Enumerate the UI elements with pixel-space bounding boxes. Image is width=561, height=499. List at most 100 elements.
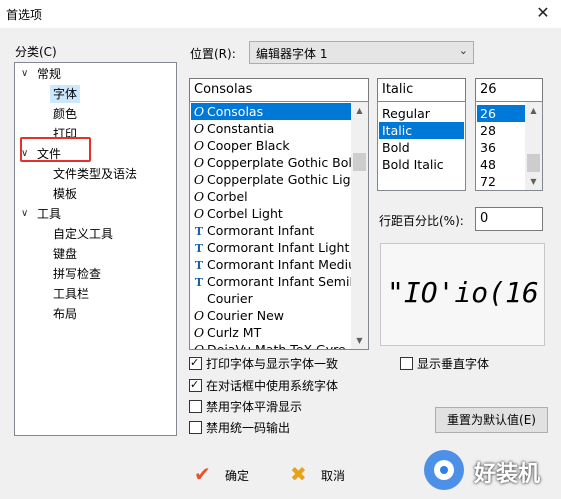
font-name: Cormorant Infant Medium	[207, 257, 352, 272]
font-list-item[interactable]: O Consolas	[191, 103, 352, 120]
font-list-item[interactable]: TCormorant Infant SemiBold	[191, 273, 352, 290]
close-icon[interactable]: ✕	[530, 2, 556, 24]
scroll-down-icon[interactable]: ▼	[351, 332, 368, 349]
font-list-item[interactable]: O Constantia	[191, 120, 352, 137]
font-name: Copperplate Gothic Bold	[207, 155, 352, 170]
font-size-item[interactable]: 36	[477, 139, 525, 156]
expand-toggle-icon[interactable]: ∨	[21, 65, 31, 83]
checkbox-icon	[400, 357, 413, 370]
position-label: 位置(R):	[190, 47, 236, 61]
font-name: Curlz MT	[207, 325, 262, 340]
font-list[interactable]: O Consolas O Constantia O Cooper Black O Copper…	[189, 101, 369, 350]
font-style-item[interactable]: Bold	[379, 139, 464, 156]
font-list-item[interactable]: O Courier New	[191, 307, 352, 324]
tree-item[interactable]: 模板	[15, 185, 175, 203]
font-list-item[interactable]: O Copperplate Gothic Light	[191, 171, 352, 188]
title-bar: 首选项 ✕	[0, 0, 561, 28]
tree-item[interactable]: ∨ 常规	[15, 65, 175, 83]
cancel-button[interactable]: ✖ 取消	[286, 461, 356, 489]
opentype-icon: O	[193, 206, 205, 221]
font-name: Courier	[207, 291, 253, 306]
tree-item-label: 工具	[37, 207, 62, 221]
opentype-icon: O	[193, 172, 205, 187]
disable-unicode-checkbox[interactable]: 禁用统一码输出	[189, 420, 290, 436]
print-match-label: 打印字体与显示字体一致	[206, 357, 339, 371]
tree-item-label: 颜色	[53, 107, 78, 121]
font-size-list[interactable]: 26 28 36 48 72 ▲ ▼	[475, 101, 543, 191]
font-size-input[interactable]: 26	[475, 78, 543, 102]
truetype-icon: T	[194, 259, 204, 272]
tree-item[interactable]: 拼写检查	[15, 265, 175, 283]
truetype-icon: T	[194, 225, 204, 238]
disable-smoothing-label: 禁用字体平滑显示	[206, 400, 303, 414]
category-tree[interactable]: ∨ 常规 字体 颜色 打印 ∨ 文件 文件类型及语法 模板 ∨ 工具 自定义工具 键盘 拼写检查 工具栏 布局	[14, 62, 177, 436]
font-list-item[interactable]: T Cormorant Infant	[191, 222, 352, 239]
tree-item[interactable]: 颜色	[15, 105, 175, 123]
tree-item[interactable]: 键盘	[15, 245, 175, 263]
tree-item-label: 布局	[53, 307, 78, 321]
font-style-input[interactable]: Italic	[377, 78, 466, 102]
font-list-item[interactable]: TCormorant Infant Medium	[191, 256, 352, 273]
font-size-item[interactable]: 28	[477, 122, 525, 139]
checkbox-icon	[189, 400, 202, 413]
line-spacing-input[interactable]: 0	[475, 207, 543, 231]
font-name: DejaVu Math TeX Gyre	[207, 342, 346, 350]
system-font-checkbox[interactable]: 在对话框中使用系统字体	[189, 377, 338, 394]
font-name: Cormorant Infant Light	[207, 240, 350, 255]
tree-item-label: 拼写检查	[53, 267, 102, 281]
font-list-item[interactable]: T Cormorant Infant Light	[191, 239, 352, 256]
scroll-up-icon[interactable]: ▲	[525, 102, 542, 119]
expand-toggle-icon[interactable]: ∨	[21, 205, 31, 223]
vertical-fonts-checkbox[interactable]: 显示垂直字体	[400, 356, 489, 372]
font-list-item[interactable]: O Corbel	[191, 188, 352, 205]
font-size-item[interactable]: 26	[477, 105, 525, 122]
font-list-item[interactable]: Courier	[191, 290, 352, 307]
tree-item[interactable]: 布局	[15, 305, 175, 323]
font-style-item[interactable]: Regular	[379, 105, 464, 122]
font-name: Cooper Black	[207, 138, 290, 153]
cancel-x-icon: ✖	[290, 462, 307, 486]
scroll-thumb[interactable]	[527, 154, 540, 172]
opentype-icon: O	[193, 325, 205, 340]
highlight-annotation	[20, 137, 91, 162]
checkmark-icon: ✔	[194, 462, 211, 486]
watermark-logo: 好装机	[418, 448, 558, 494]
print-match-checkbox[interactable]: 打印字体与显示字体一致	[189, 355, 339, 372]
scroll-thumb[interactable]	[353, 153, 366, 171]
font-size-item[interactable]: 48	[477, 156, 525, 173]
font-list-item[interactable]: O Corbel Light	[191, 205, 352, 222]
opentype-icon: O	[193, 138, 205, 153]
chevron-down-icon: ⌄	[458, 44, 468, 57]
cancel-label: 取消	[321, 469, 346, 483]
tree-item[interactable]: 自定义工具	[15, 225, 175, 243]
font-size-item[interactable]: 72	[477, 173, 525, 190]
font-style-item[interactable]: Italic	[379, 122, 464, 139]
font-list-item[interactable]: O Curlz MT	[191, 324, 352, 341]
ok-label: 确定	[225, 469, 250, 483]
font-list-item[interactable]: O DejaVu Math TeX Gyre	[191, 341, 352, 350]
font-list-item[interactable]: O Cooper Black	[191, 137, 352, 154]
font-name: Cormorant Infant	[207, 223, 315, 238]
tree-item[interactable]: 工具栏	[15, 285, 175, 303]
category-label: 分类(C)	[15, 45, 57, 59]
tree-item[interactable]: 文件类型及语法	[15, 165, 175, 183]
tree-item[interactable]: 字体	[15, 85, 175, 103]
watermark-dot	[440, 466, 448, 474]
scroll-down-icon[interactable]: ▼	[525, 173, 542, 190]
font-style-list[interactable]: Regular Italic Bold Bold Italic	[377, 101, 466, 191]
reset-default-button[interactable]: 重置为默认值(E)	[435, 407, 548, 433]
size-list-scrollbar[interactable]: ▲ ▼	[525, 102, 542, 190]
font-name-input[interactable]: Consolas	[189, 78, 369, 102]
disable-smoothing-checkbox[interactable]: 禁用字体平滑显示	[189, 399, 302, 415]
position-select[interactable]: 编辑器字体 1 ⌄	[249, 41, 474, 64]
ok-button[interactable]: ✔ 确定	[190, 461, 260, 489]
font-style-item[interactable]: Bold Italic	[379, 156, 464, 173]
checkbox-icon	[189, 421, 202, 434]
vertical-fonts-label: 显示垂直字体	[417, 357, 490, 371]
font-list-item[interactable]: O Copperplate Gothic Bold	[191, 154, 352, 171]
font-name: Consolas	[207, 104, 264, 119]
font-list-scrollbar[interactable]: ▲ ▼	[351, 102, 368, 349]
scroll-up-icon[interactable]: ▲	[351, 102, 368, 119]
line-spacing-label: 行距百分比(%):	[379, 214, 464, 228]
tree-item[interactable]: ∨ 工具	[15, 205, 175, 223]
